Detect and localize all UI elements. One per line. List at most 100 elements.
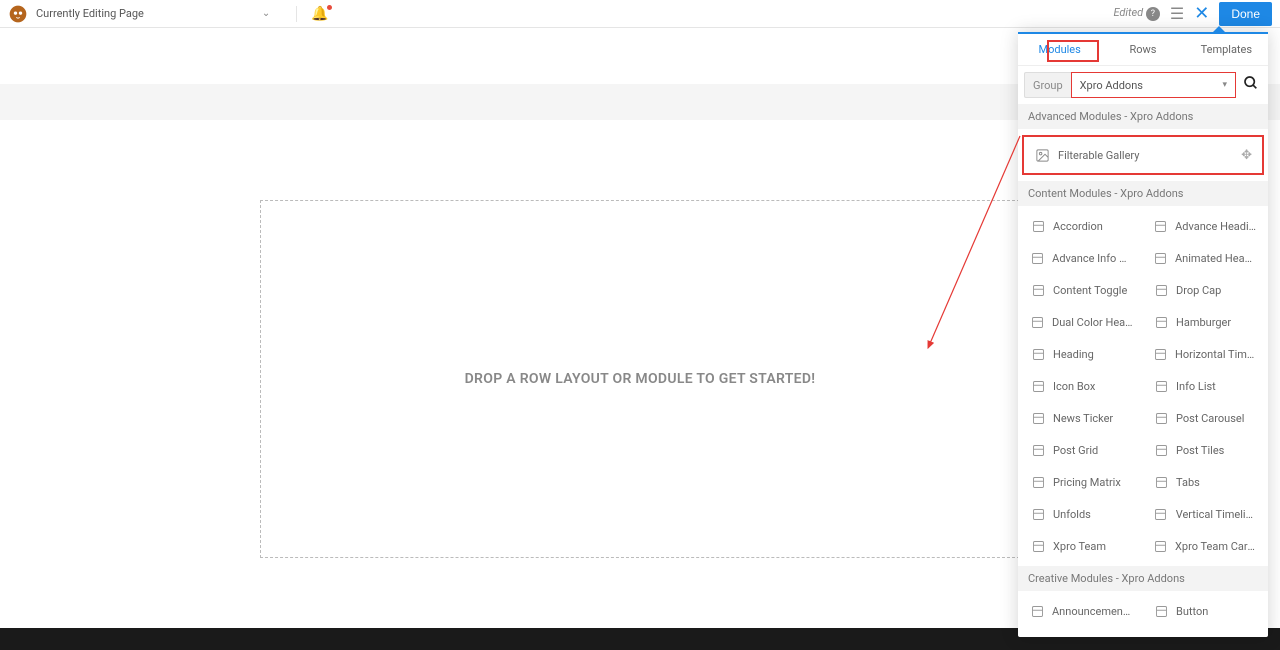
done-button[interactable]: Done <box>1219 2 1272 26</box>
module-icon <box>1030 410 1046 426</box>
module-item[interactable]: Vertical Timeline <box>1143 498 1266 530</box>
module-label: News Ticker <box>1053 412 1113 425</box>
group-filter-row: Group Xpro Addons ▾ <box>1018 66 1268 104</box>
modules-panel: Modules Rows Templates Group Xpro Addons… <box>1018 32 1268 637</box>
module-icon <box>1153 538 1168 554</box>
topbar-left: Currently Editing Page ⌄ 🔔 <box>8 4 329 24</box>
tab-templates[interactable]: Templates <box>1185 34 1268 65</box>
move-icon: ✥ <box>1241 148 1252 163</box>
notification-dot <box>327 5 332 10</box>
close-panel-icon[interactable]: ✕ <box>1194 3 1209 24</box>
outline-icon[interactable]: ☰ <box>1170 4 1184 23</box>
module-item[interactable]: Counter <box>1143 627 1266 637</box>
module-item[interactable]: Icon Box <box>1020 370 1143 402</box>
module-label: Xpro Team Carou... <box>1175 540 1256 553</box>
module-icon <box>1153 635 1169 637</box>
notifications-button[interactable]: 🔔 <box>296 6 328 22</box>
tab-modules[interactable]: Modules <box>1018 34 1101 65</box>
module-icon <box>1030 603 1045 619</box>
module-icon <box>1153 442 1169 458</box>
module-label: Countdown <box>1053 637 1109 638</box>
module-item[interactable]: Accordion <box>1020 210 1143 242</box>
help-icon[interactable]: ? <box>1146 7 1160 21</box>
module-label: Horizontal Timeli... <box>1175 348 1256 361</box>
module-label: Unfolds <box>1053 508 1091 521</box>
module-label: Advance Info Box <box>1052 252 1133 265</box>
module-label: Advance Heading <box>1175 220 1256 233</box>
module-icon <box>1153 346 1168 362</box>
search-icon[interactable] <box>1240 75 1262 95</box>
section-advanced-header: Advanced Modules - Xpro Addons <box>1018 104 1268 129</box>
group-select[interactable]: Xpro Addons ▾ <box>1071 72 1236 98</box>
module-item[interactable]: Xpro Team <box>1020 530 1143 562</box>
module-item[interactable]: Advance Heading <box>1143 210 1266 242</box>
page-dropdown-chevron-icon[interactable]: ⌄ <box>262 8 270 19</box>
module-item[interactable]: Announcement B... <box>1020 595 1143 627</box>
module-label: Info List <box>1176 380 1216 393</box>
module-item[interactable]: Advance Info Box <box>1020 242 1143 274</box>
module-icon <box>1030 250 1045 266</box>
module-icon <box>1030 538 1046 554</box>
chevron-down-icon: ▾ <box>1222 80 1227 90</box>
module-label: Tabs <box>1176 476 1200 489</box>
module-item[interactable]: Animated Heading <box>1143 242 1266 274</box>
module-item[interactable]: Xpro Team Carou... <box>1143 530 1266 562</box>
group-select-value: Xpro Addons <box>1080 79 1143 92</box>
module-label: Vertical Timeline <box>1176 508 1256 521</box>
drop-zone[interactable]: DROP A ROW LAYOUT OR MODULE TO GET START… <box>260 200 1020 558</box>
module-icon <box>1153 314 1169 330</box>
gallery-icon <box>1034 147 1050 163</box>
module-label: Hamburger <box>1176 316 1231 329</box>
module-icon <box>1153 282 1169 298</box>
module-icon <box>1153 250 1168 266</box>
module-icon <box>1153 506 1169 522</box>
module-icon <box>1030 442 1046 458</box>
drop-zone-text: DROP A ROW LAYOUT OR MODULE TO GET START… <box>465 371 816 387</box>
module-item[interactable]: Unfolds <box>1020 498 1143 530</box>
module-item[interactable]: Tabs <box>1143 466 1266 498</box>
module-item[interactable]: Info List <box>1143 370 1266 402</box>
module-item[interactable]: News Ticker <box>1020 402 1143 434</box>
section-content-header: Content Modules - Xpro Addons <box>1018 181 1268 206</box>
module-icon <box>1030 346 1046 362</box>
module-item[interactable]: Post Carousel <box>1143 402 1266 434</box>
edited-status: Edited ? <box>1113 6 1159 21</box>
page-title: Currently Editing Page <box>36 7 144 20</box>
module-filterable-gallery[interactable]: Filterable Gallery ✥ <box>1022 135 1264 175</box>
module-item[interactable]: Post Tiles <box>1143 434 1266 466</box>
module-item[interactable]: Countdown <box>1020 627 1143 637</box>
module-label: Post Grid <box>1053 444 1098 457</box>
module-item[interactable]: Dual Color Headi... <box>1020 306 1143 338</box>
group-label: Group <box>1024 72 1071 98</box>
app-logo <box>8 4 28 24</box>
module-label: Post Carousel <box>1176 412 1244 425</box>
module-item[interactable]: Drop Cap <box>1143 274 1266 306</box>
topbar-right: Edited ? ☰ ✕ Done <box>1113 2 1272 26</box>
module-label: Post Tiles <box>1176 444 1224 457</box>
module-item[interactable]: Post Grid <box>1020 434 1143 466</box>
module-label: Icon Box <box>1053 380 1095 393</box>
module-item[interactable]: Content Toggle <box>1020 274 1143 306</box>
module-icon <box>1153 603 1169 619</box>
panel-tabs: Modules Rows Templates <box>1018 34 1268 66</box>
module-item[interactable]: Hamburger <box>1143 306 1266 338</box>
module-item[interactable]: Pricing Matrix <box>1020 466 1143 498</box>
module-item[interactable]: Button <box>1143 595 1266 627</box>
panel-body: Advanced Modules - Xpro Addons Filterabl… <box>1018 104 1268 637</box>
module-icon <box>1030 314 1045 330</box>
module-label: Counter <box>1176 637 1215 638</box>
module-label: Xpro Team <box>1053 540 1106 553</box>
module-label: Content Toggle <box>1053 284 1127 297</box>
module-icon <box>1153 410 1169 426</box>
module-item[interactable]: Horizontal Timeli... <box>1143 338 1266 370</box>
module-item[interactable]: Heading <box>1020 338 1143 370</box>
module-icon <box>1153 218 1168 234</box>
module-icon <box>1153 474 1169 490</box>
module-label: Button <box>1176 605 1208 618</box>
module-icon <box>1030 635 1046 637</box>
module-label: Announcement B... <box>1052 605 1133 618</box>
module-icon <box>1030 218 1046 234</box>
module-label: Animated Heading <box>1175 252 1256 265</box>
tab-rows[interactable]: Rows <box>1101 34 1184 65</box>
module-label: Dual Color Headi... <box>1052 316 1133 329</box>
